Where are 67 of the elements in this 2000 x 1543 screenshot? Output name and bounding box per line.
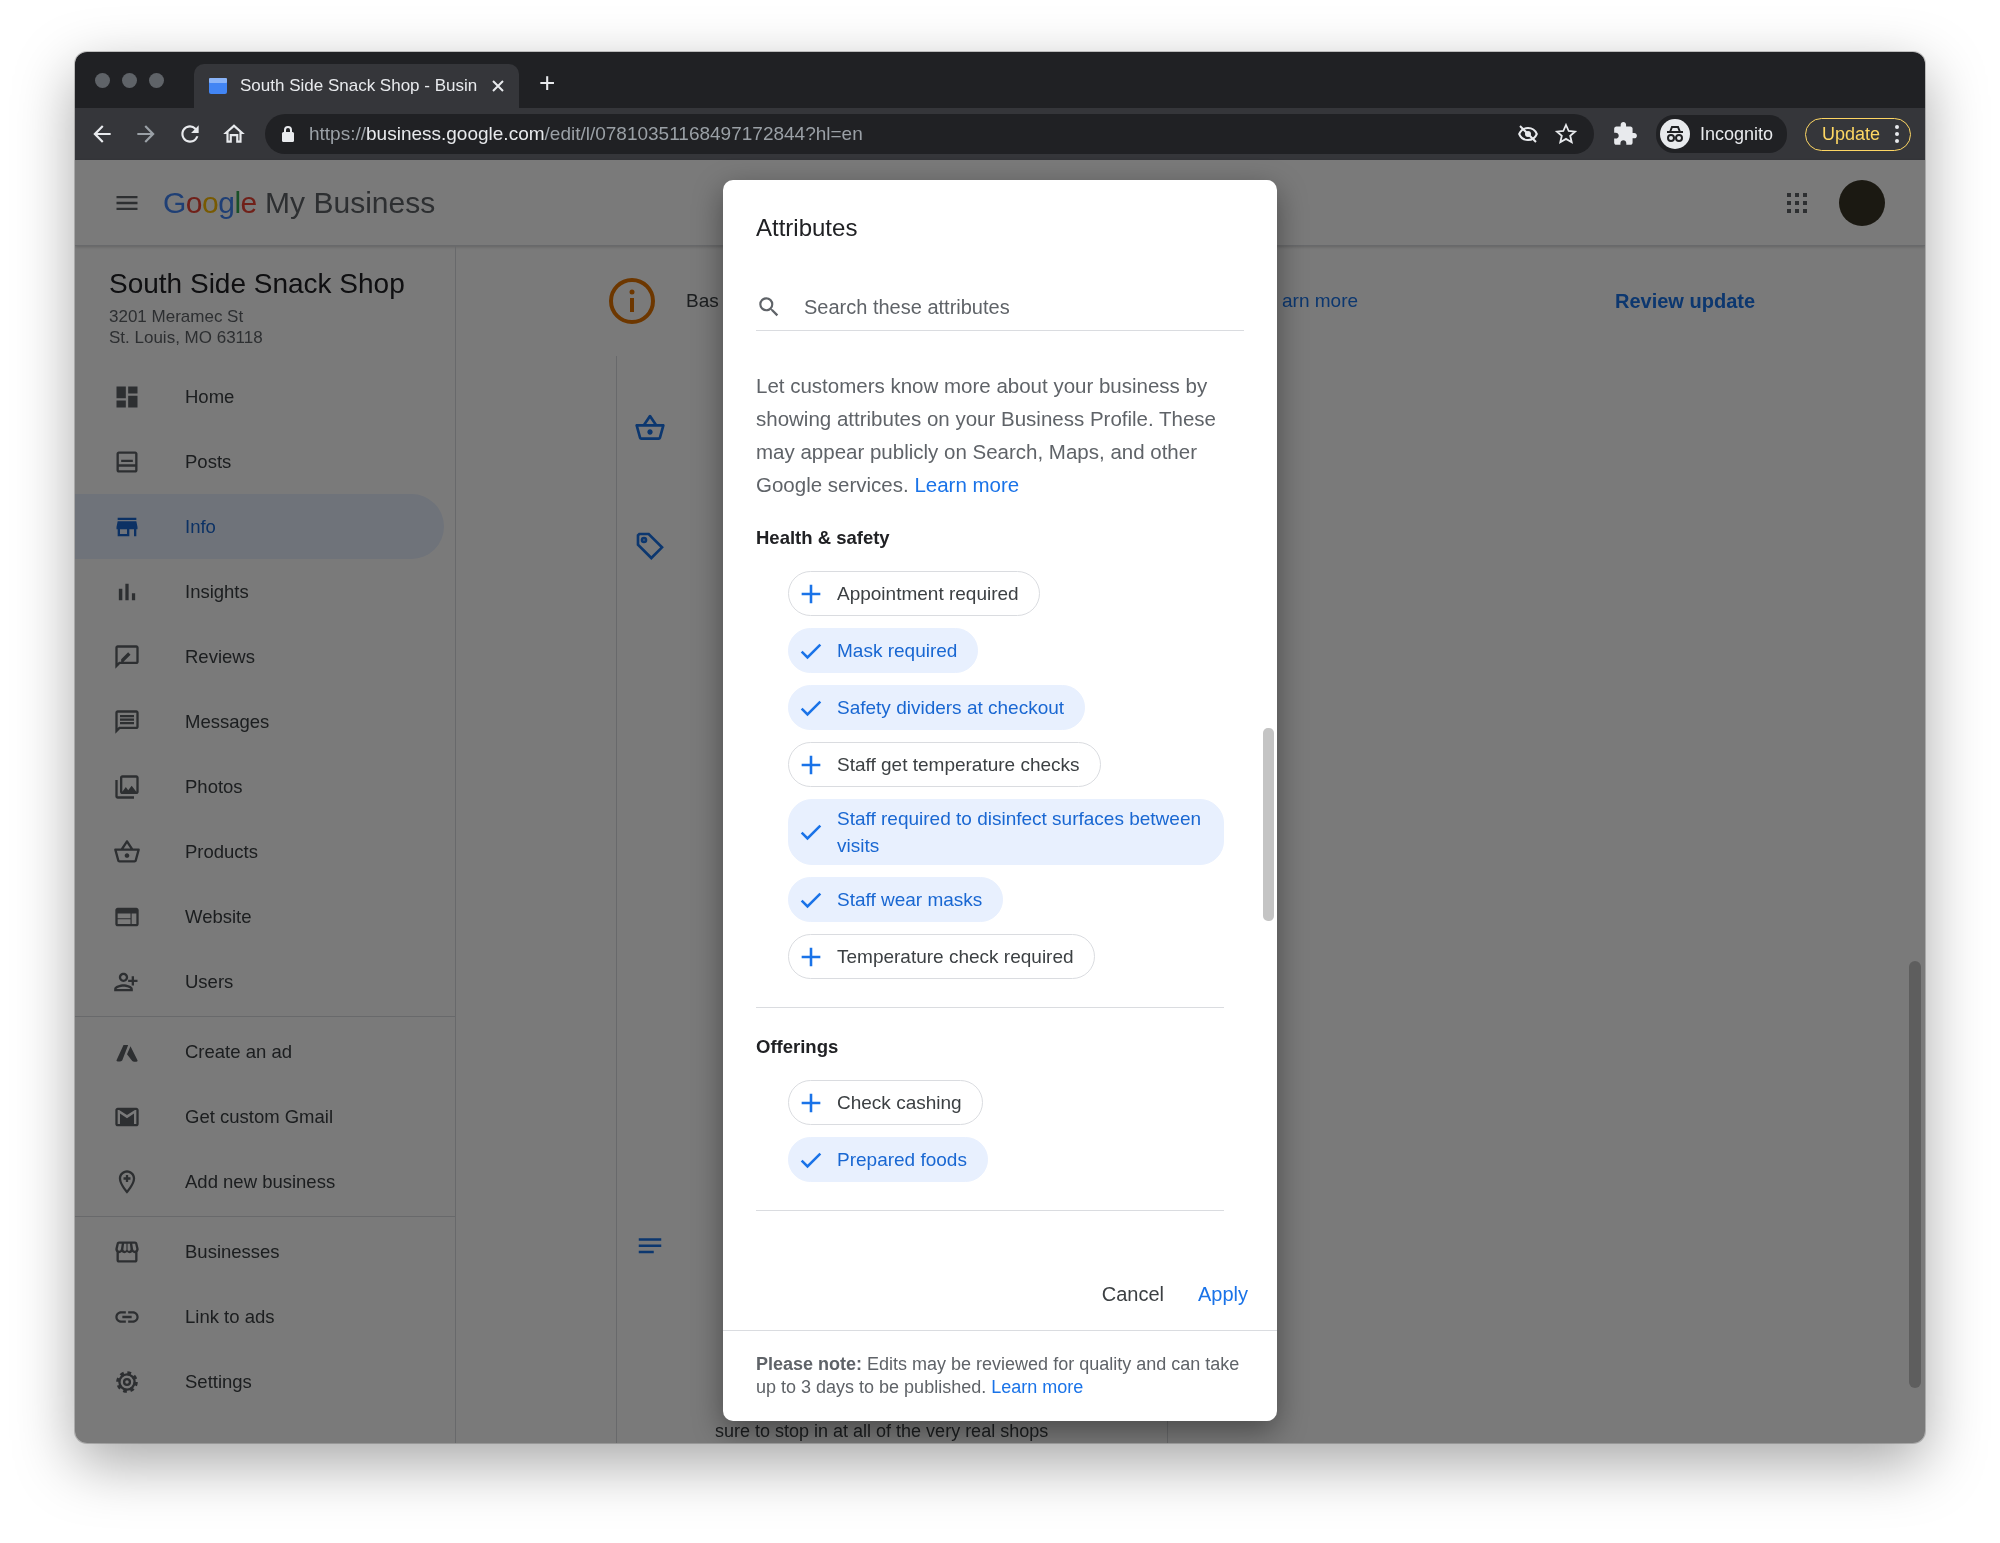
sidebar-item[interactable]: Products <box>75 819 444 884</box>
apps-grid-icon[interactable] <box>1785 190 1809 215</box>
sidebar-item[interactable]: Businesses <box>75 1219 444 1284</box>
section-heading: Health & safety <box>756 527 891 549</box>
search-field[interactable]: Search these attributes <box>756 284 1244 331</box>
lock-icon <box>281 125 295 143</box>
sidebar-item[interactable]: Reviews <box>75 624 444 689</box>
window-zoom-control[interactable] <box>149 72 164 88</box>
description-text: sure to stop in at all of the very real shops <box>715 1420 1049 1443</box>
sidebar-item[interactable]: Photos <box>75 754 444 819</box>
incognito-profile[interactable]: Incognito <box>1655 115 1787 153</box>
more-vert-icon <box>1894 124 1900 144</box>
sidebar-item[interactable]: Website <box>75 884 444 949</box>
sidebar-item[interactable]: Add new business <box>75 1149 444 1214</box>
attribute-chip[interactable]: Check cashing <box>788 1080 983 1125</box>
attribute-chip[interactable]: Mask required <box>788 628 979 673</box>
dialog-title: Attributes <box>756 214 859 242</box>
note-text: Please note: Edits may be reviewed for quality and can take up to 3 days to be published. Learn more <box>723 1330 1277 1421</box>
review-icon <box>113 642 141 671</box>
new-tab-button[interactable]: + <box>527 67 568 99</box>
browser-tab[interactable]: South Side Snack Shop - Busin <box>194 64 519 108</box>
photos-icon <box>113 772 141 801</box>
basket-icon <box>113 837 141 866</box>
sidebar-item[interactable]: Create an ad <box>75 1019 444 1084</box>
window-minimize-control[interactable] <box>122 72 137 88</box>
sidebar-item[interactable]: Insights <box>75 559 444 624</box>
learn-more-link[interactable]: Learn more <box>914 473 1020 496</box>
apply-button[interactable]: Apply <box>1191 1275 1254 1314</box>
attribute-chip[interactable]: Prepared foods <box>788 1137 988 1182</box>
info-icon <box>608 277 656 325</box>
incognito-icon <box>1659 119 1690 149</box>
account-avatar[interactable] <box>1839 179 1885 226</box>
attribute-chip[interactable]: Temperature check required <box>788 934 1095 979</box>
tag-icon <box>634 530 666 562</box>
learn-more-link[interactable]: Learn more <box>991 1377 1084 1397</box>
business-address: 3201 Meramec St <box>109 306 245 327</box>
app-logo: Google My Business <box>163 185 436 220</box>
sidebar-item[interactable]: Messages <box>75 689 444 754</box>
sidebar-item[interactable]: Info <box>75 494 444 559</box>
attribute-chip[interactable]: Staff required to disinfect surfaces between visits <box>788 799 1224 865</box>
close-icon[interactable] <box>491 79 505 93</box>
window-close-control[interactable] <box>95 72 110 88</box>
business-name: South Side Snack Shop <box>109 268 406 300</box>
sidebar-item[interactable]: Get custom Gmail <box>75 1084 444 1149</box>
page-scrollbar[interactable] <box>1909 961 1921 1388</box>
attribute-chip[interactable]: Staff wear masks <box>788 877 1004 922</box>
review-update-link[interactable]: Review update <box>1615 289 1756 313</box>
business-address: St. Louis, MO 63118 <box>109 327 264 348</box>
sidebar-item[interactable]: Settings <box>75 1349 444 1414</box>
dialog-scrollbar[interactable] <box>1263 728 1274 921</box>
attribute-chip[interactable]: Appointment required <box>788 571 1040 616</box>
attribute-chip[interactable]: Safety dividers at checkout <box>788 685 1086 730</box>
store-favicon-icon <box>208 76 228 96</box>
cancel-button[interactable]: Cancel <box>1095 1275 1170 1314</box>
star-icon[interactable] <box>1553 122 1578 146</box>
sidebar-item[interactable]: Home <box>75 364 444 429</box>
banner-text: Bas <box>686 290 719 312</box>
sidebar-item[interactable]: Users <box>75 949 444 1014</box>
address-bar[interactable]: https://business.google.com/edit/l/07810351168497172844?hl=en <box>265 114 1594 154</box>
attribute-chip[interactable]: Staff get temperature checks <box>788 742 1101 787</box>
chat-icon <box>113 707 141 736</box>
sidebar-item[interactable]: Posts <box>75 429 444 494</box>
intro-text: Let customers know more about your business by showing attributes on your Business Profile. These may appear publicly on Search, Maps, and other Google services. Learn more <box>756 373 1217 498</box>
puzzle-icon[interactable] <box>1611 121 1638 147</box>
sidebar-item[interactable]: Link to ads <box>75 1284 444 1349</box>
learn-more-link[interactable]: arn more <box>1282 290 1615 312</box>
section-heading: Offerings <box>756 1036 840 1058</box>
